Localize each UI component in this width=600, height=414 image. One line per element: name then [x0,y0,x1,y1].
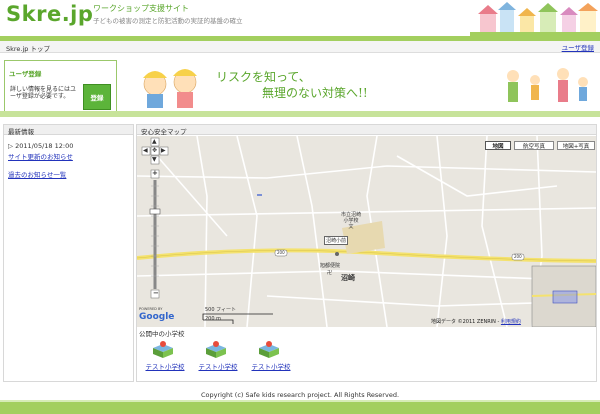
pan-up-icon[interactable]: ▲ [152,138,157,145]
school-item[interactable]: テスト小学校 [246,340,296,371]
pan-left-icon[interactable]: ◀ [143,147,148,154]
breadcrumb-bar: Skre.jp トップ ユーザ登録 [0,41,600,53]
school-link[interactable]: テスト小学校 [246,361,296,371]
footer-copyright: Copyright (c) Safe kids research project… [200,391,400,399]
footer-band [0,402,600,414]
register-button[interactable]: 登録 [83,84,111,110]
breadcrumb: Skre.jp トップ [6,45,50,53]
banner-slogan-line2: 無理のない対策へ!! [262,86,368,100]
news-date-text: 2011/05/18 12:00 [15,142,74,150]
temple-map-label: 旭都便院 [320,263,341,269]
zoom-out-icon[interactable]: − [153,289,159,297]
past-news-link[interactable]: 過去のお知らせ一覧 [8,169,66,179]
pan-right-icon[interactable]: ▶ [161,147,166,154]
town-illustration [470,0,600,36]
site-tagline: ワークショップ支援サイト [93,4,189,13]
scale-ft-label: 500 フィート [205,307,237,313]
site-logo[interactable]: Skre.jp [6,2,93,26]
route-number-label: 200 [277,250,285,255]
google-logo[interactable]: Google [139,312,174,322]
news-heading: 最新情報 [4,125,133,136]
user-register-link[interactable]: ユーザ登録 [562,42,594,52]
login-title: ユーザ登録 [9,70,42,78]
school-map-mark: 文 [348,224,354,230]
news-item-link[interactable]: サイト更新のお知らせ [8,151,73,161]
news-panel: 最新情報 ▷ 2011/05/18 12:00 サイト更新のお知らせ 過去のお知… [3,124,134,382]
schools-heading: 公開中の小学校 [139,330,185,338]
site-subtagline: 子どもの被害の測定と防犯活動の実証的基盤の確立 [93,17,243,25]
school-map-label: 市立沼崎小学校 文 [340,212,362,230]
pan-down-icon[interactable]: ▼ [152,156,157,163]
school-link[interactable]: テスト小学校 [140,361,190,371]
powered-by-label: POWERED BY [139,307,163,311]
route-number-label-2: 200 [514,254,522,259]
school-map-label-text: 市立沼崎小学校 [340,212,361,224]
zoom-in-icon[interactable]: + [152,169,158,177]
school-map-icon [206,341,226,358]
map-canvas[interactable]: ▲ ◀ ✥ ▶ ▼ + − 地図 航空写真 地図+写真 市立沼崎小学校 文 沼崎… [137,136,596,327]
school-map-icon [259,341,279,358]
map-heading: 安心安全マップ [137,125,596,136]
temple-icon: 卍 [327,270,333,276]
map-attribution: 地図データ ©2011 ZENRIN - 利用規約 [431,318,521,325]
school-item[interactable]: テスト小学校 [140,340,190,371]
map-type-satellite-button[interactable]: 航空写真 [514,141,554,150]
map-attribution-text: 地図データ ©2011 ZENRIN - [431,319,501,325]
login-box: ユーザ登録 詳しい情報を見るにはユーザ登録が必要です。 登録 [4,60,117,116]
station-map-label: 沼崎小前 [324,236,349,245]
site-header: Skre.jp ワークショップ支援サイト 子どもの被害の測定と防犯活動の実証的基… [0,0,600,36]
terms-link[interactable]: 利用規約 [501,319,521,325]
scale-m-label: 200 m [205,316,222,322]
map-type-map-button[interactable]: 地図 [485,141,511,150]
zoom-slider-handle[interactable] [150,209,160,214]
map-graphic [137,136,596,327]
login-message: 詳しい情報を見るにはユーザ登録が必要です。 [10,86,77,100]
map-type-hybrid-button[interactable]: 地図+写真 [557,141,595,150]
banner-band [0,111,600,117]
place-map-label: 沼崎 [341,274,355,282]
pan-center-icon[interactable]: ✥ [152,147,157,154]
school-map-icon [153,341,173,358]
news-date: ▷ 2011/05/18 12:00 [8,142,73,150]
banner-slogan-line1: リスクを知って、 [216,70,311,84]
school-link[interactable]: テスト小学校 [193,361,243,371]
school-item[interactable]: テスト小学校 [193,340,243,371]
map-panel: 安心安全マップ ▲ ◀ ✥ ▶ ▼ + − 地図 航空写真 地図+写真 市立沼崎… [136,124,597,382]
